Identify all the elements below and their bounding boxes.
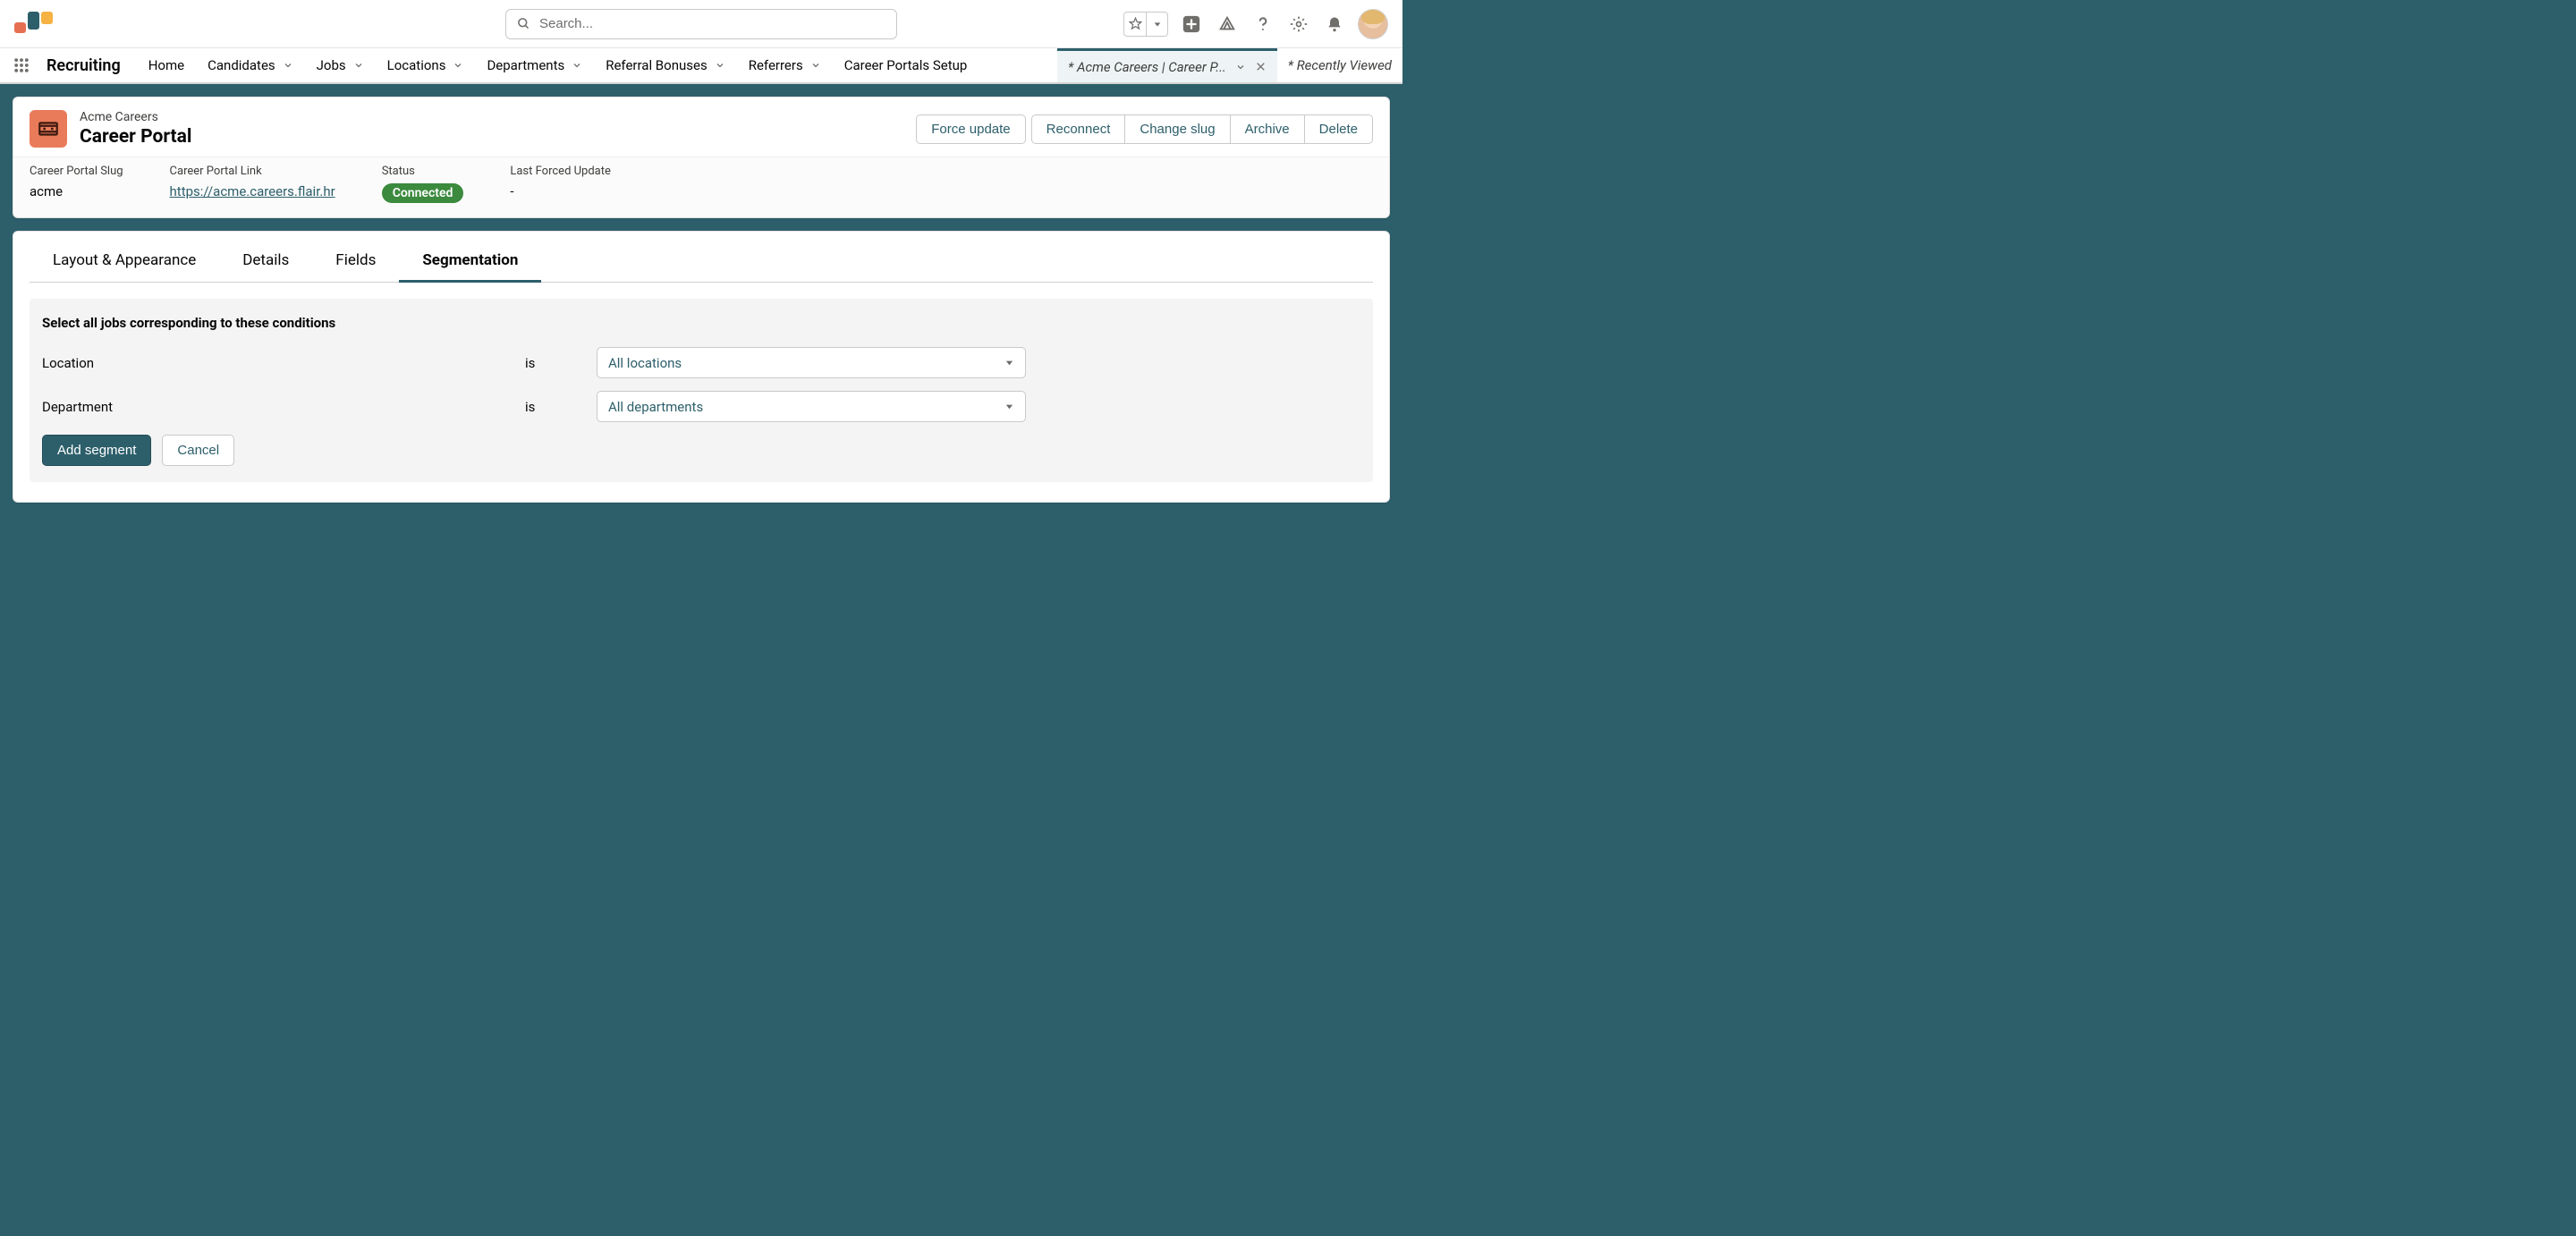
nav-bar: Recruiting Home Candidates Jobs Location… [0, 48, 1402, 84]
workspace-tab-active[interactable]: * Acme Careers | Career P... [1057, 48, 1277, 82]
segmentation-actions: Add segment Cancel [42, 435, 1360, 466]
brand-logo [14, 15, 53, 33]
condition-field-label: Department [42, 399, 525, 415]
user-avatar[interactable] [1358, 9, 1388, 39]
record-subtitle: Acme Careers [80, 110, 191, 124]
chevron-down-icon [353, 60, 364, 71]
nav-items: Home Candidates Jobs Locations Departmen… [137, 48, 979, 82]
chevron-down-icon [810, 60, 821, 71]
nav-career-portals-setup[interactable]: Career Portals Setup [833, 48, 979, 82]
field-value: - [510, 183, 611, 199]
chevron-down-icon [572, 60, 582, 71]
caret-down-icon[interactable] [1146, 13, 1167, 36]
workspace-tab-label: * Recently Viewed [1288, 57, 1392, 73]
page-area: Acme Careers Career Portal Force update … [0, 84, 1402, 515]
reconnect-button[interactable]: Reconnect [1031, 114, 1126, 144]
search-input[interactable] [539, 16, 886, 31]
location-select[interactable]: All locations [597, 347, 1026, 378]
tabs-row: Layout & Appearance Details Fields Segme… [30, 242, 1373, 283]
select-value: All locations [608, 355, 682, 371]
condition-operator: is [525, 355, 597, 371]
field-status: Status Connected [382, 165, 464, 203]
workspace-tab-recently-viewed[interactable]: * Recently Viewed [1277, 48, 1402, 82]
add-icon[interactable] [1179, 12, 1204, 37]
record-title: Career Portal [80, 126, 191, 148]
career-portal-link[interactable]: https://acme.careers.flair.hr [170, 183, 335, 199]
star-icon[interactable] [1124, 13, 1146, 36]
nav-home[interactable]: Home [137, 48, 196, 82]
tab-details[interactable]: Details [219, 242, 312, 282]
record-actions: Force update Reconnect Change slug Archi… [916, 114, 1373, 144]
delete-button[interactable]: Delete [1304, 114, 1373, 144]
field-value: acme [30, 183, 123, 199]
tab-segmentation[interactable]: Segmentation [399, 242, 541, 283]
global-header [0, 0, 1402, 48]
segmentation-panel: Select all jobs corresponding to these c… [30, 299, 1373, 482]
settings-gear-icon[interactable] [1286, 12, 1311, 37]
segmentation-heading: Select all jobs corresponding to these c… [42, 315, 1360, 331]
nav-departments[interactable]: Departments [475, 48, 594, 82]
favorites-combo[interactable] [1123, 12, 1168, 37]
field-last-update: Last Forced Update - [510, 165, 611, 203]
caret-down-icon [1004, 358, 1014, 368]
tab-layout-appearance[interactable]: Layout & Appearance [30, 242, 219, 282]
nav-jobs[interactable]: Jobs [305, 48, 376, 82]
record-type-icon [30, 110, 67, 148]
app-title: Recruiting [43, 48, 137, 82]
field-label: Status [382, 165, 464, 178]
field-slug: Career Portal Slug acme [30, 165, 123, 203]
field-label: Career Portal Slug [30, 165, 123, 178]
global-search [505, 9, 897, 39]
chevron-down-icon [283, 60, 293, 71]
tabs-card: Layout & Appearance Details Fields Segme… [13, 231, 1390, 503]
chevron-down-icon[interactable] [1235, 62, 1246, 72]
condition-field-label: Location [42, 355, 525, 371]
search-box[interactable] [505, 9, 897, 39]
department-select[interactable]: All departments [597, 391, 1026, 422]
record-header-card: Acme Careers Career Portal Force update … [13, 97, 1390, 218]
status-badge: Connected [382, 183, 464, 203]
salesforce-cloud-icon[interactable] [1215, 12, 1240, 37]
nav-candidates[interactable]: Candidates [196, 48, 305, 82]
help-icon[interactable] [1250, 12, 1275, 37]
search-icon [517, 17, 530, 30]
app-launcher-icon[interactable] [0, 48, 43, 82]
force-update-button[interactable]: Force update [916, 114, 1025, 144]
cancel-button[interactable]: Cancel [162, 435, 234, 466]
workspace-tabs: * Acme Careers | Career P... * Recently … [1057, 48, 1402, 82]
nav-referrers[interactable]: Referrers [737, 48, 833, 82]
nav-referral-bonuses[interactable]: Referral Bonuses [594, 48, 736, 82]
chevron-down-icon [453, 60, 463, 71]
notifications-bell-icon[interactable] [1322, 12, 1347, 37]
field-label: Last Forced Update [510, 165, 611, 178]
header-utility-icons [1123, 9, 1388, 39]
change-slug-button[interactable]: Change slug [1124, 114, 1230, 144]
caret-down-icon [1004, 402, 1014, 411]
close-icon[interactable] [1255, 61, 1267, 72]
condition-row-department: Department is All departments [42, 391, 1360, 422]
select-value: All departments [608, 399, 703, 415]
tab-fields[interactable]: Fields [312, 242, 399, 282]
field-link: Career Portal Link https://acme.careers.… [170, 165, 335, 203]
add-segment-button[interactable]: Add segment [42, 435, 151, 466]
archive-button[interactable]: Archive [1230, 114, 1305, 144]
chevron-down-icon [715, 60, 725, 71]
nav-locations[interactable]: Locations [376, 48, 476, 82]
field-label: Career Portal Link [170, 165, 335, 178]
condition-operator: is [525, 399, 597, 415]
condition-row-location: Location is All locations [42, 347, 1360, 378]
workspace-tab-label: * Acme Careers | Career P... [1068, 59, 1226, 75]
record-titles: Acme Careers Career Portal [80, 110, 191, 148]
